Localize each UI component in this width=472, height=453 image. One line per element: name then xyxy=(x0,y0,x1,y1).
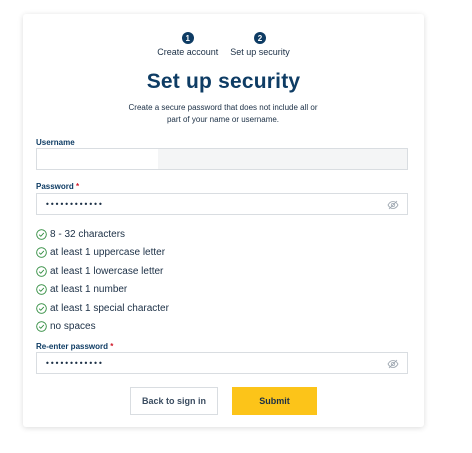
password-field[interactable]: •••••••••••• xyxy=(36,193,408,215)
step-set-up-security: 2 Set up security xyxy=(230,32,290,57)
rule-item: at least 1 number xyxy=(36,281,169,300)
rule-item: at least 1 lowercase letter xyxy=(36,262,169,281)
password-label: Password * xyxy=(36,182,79,191)
stepper: 1 Create account 2 Set up security xyxy=(23,32,424,57)
rule-text: at least 1 number xyxy=(50,284,128,296)
password-value: •••••••••••• xyxy=(45,199,103,209)
username-label-text: Username xyxy=(36,138,75,147)
password-rules: 8 - 32 characters at least 1 uppercase l… xyxy=(36,225,169,336)
rule-item: no spaces xyxy=(36,318,169,337)
eye-slash-icon[interactable] xyxy=(387,199,399,211)
username-autofill-patch xyxy=(37,149,158,169)
check-circle-icon xyxy=(36,302,47,314)
rule-item: 8 - 32 characters xyxy=(36,225,169,244)
step-label: Set up security xyxy=(230,47,290,57)
rule-item: at least 1 uppercase letter xyxy=(36,244,169,263)
username-label: Username xyxy=(36,138,75,147)
step-create-account: 1 Create account xyxy=(157,32,218,57)
reenter-password-field[interactable]: •••••••••••• xyxy=(36,352,408,374)
rule-text: at least 1 uppercase letter xyxy=(50,247,166,259)
check-circle-icon xyxy=(36,247,47,259)
check-circle-icon xyxy=(36,265,47,277)
rule-text: 8 - 32 characters xyxy=(50,228,126,240)
username-field[interactable] xyxy=(36,148,408,170)
reenter-password-value: •••••••••••• xyxy=(45,358,103,368)
eye-slash-icon[interactable] xyxy=(387,358,399,370)
check-circle-icon xyxy=(36,284,47,296)
security-card: 1 Create account 2 Set up security Set u… xyxy=(23,14,424,427)
required-mark: * xyxy=(76,182,80,191)
page-subtitle: Create a secure password that does not i… xyxy=(128,103,318,124)
reenter-password-label-text: Re-enter password xyxy=(36,342,109,351)
check-circle-icon xyxy=(36,321,47,333)
back-to-sign-in-button[interactable]: Back to sign in xyxy=(130,387,218,415)
submit-button[interactable]: Submit xyxy=(232,387,317,415)
step-number: 1 xyxy=(181,32,194,44)
check-circle-icon xyxy=(36,228,47,240)
step-number: 2 xyxy=(254,32,267,44)
rule-text: at least 1 lowercase letter xyxy=(50,265,164,277)
rule-text: no spaces xyxy=(50,321,96,333)
step-label: Create account xyxy=(157,47,219,57)
password-label-text: Password xyxy=(36,182,74,191)
rule-text: at least 1 special character xyxy=(50,302,169,314)
rule-item: at least 1 special character xyxy=(36,299,169,318)
required-mark: * xyxy=(110,342,114,351)
reenter-password-label: Re-enter password * xyxy=(36,342,113,351)
page-title: Set up security xyxy=(146,70,301,93)
